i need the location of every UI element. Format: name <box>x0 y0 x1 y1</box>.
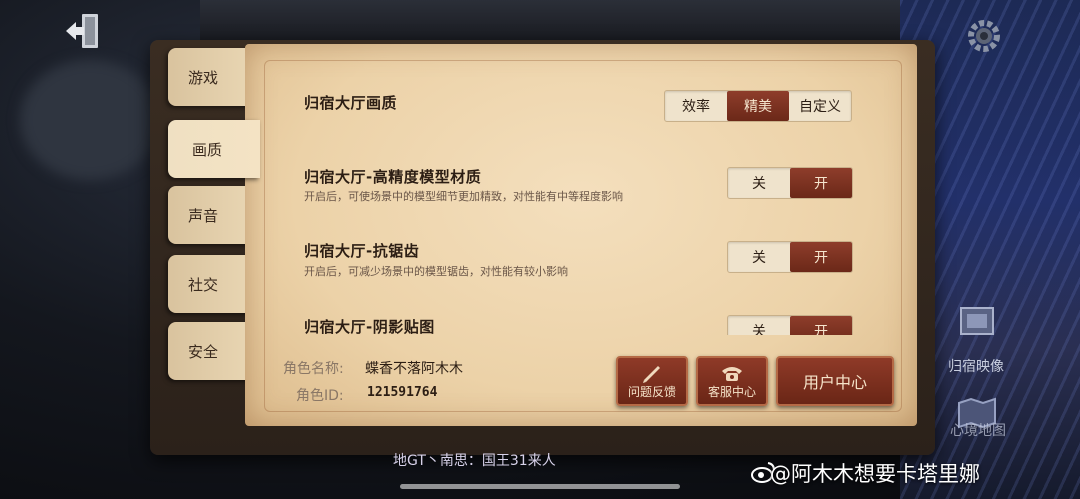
toggle-off[interactable]: 关 <box>728 168 790 198</box>
tab-label: 游戏 <box>187 68 218 87</box>
setting-title: 归宿大厅-高精度模型材质 <box>304 168 482 186</box>
settings-list[interactable]: 归宿大厅画质 效率 精美 自定义 归宿大厅-高精度模型材质 开启后，可使场景中的… <box>268 70 888 335</box>
toggle-off[interactable]: 关 <box>728 316 790 335</box>
setting-title: 归宿大厅-阴影贴图 <box>304 318 435 335</box>
realm-map-label[interactable]: 心境地图 <box>950 420 1006 440</box>
quality-option-fine[interactable]: 精美 <box>727 91 789 121</box>
antialias-toggle[interactable]: 关 开 <box>727 241 853 273</box>
tab-game[interactable]: 游戏 <box>168 48 252 106</box>
quality-option-custom[interactable]: 自定义 <box>789 91 851 121</box>
home-video-icon[interactable] <box>955 300 999 344</box>
exit-icon[interactable] <box>62 10 104 52</box>
toggle-on[interactable]: 开 <box>790 316 852 335</box>
user-center-button[interactable]: 用户中心 <box>776 356 894 406</box>
feedback-label: 问题反馈 <box>627 384 676 399</box>
setting-title: 归宿大厅画质 <box>304 94 398 112</box>
chat-message: 地GT丶南思：国王31来人 <box>393 453 556 469</box>
setting-row-shadow: 归宿大厅-阴影贴图 关 开 <box>268 284 888 335</box>
character-id-label: 角色ID: <box>296 388 344 404</box>
tab-label: 声音 <box>187 206 218 225</box>
setting-title: 归宿大厅-抗锯齿 <box>304 242 420 260</box>
toggle-on[interactable]: 开 <box>790 242 852 272</box>
setting-desc: 开启后，可使场景中的模型细节更加精致，对性能有中等程度影响 <box>304 190 623 203</box>
model-material-toggle[interactable]: 关 开 <box>727 167 853 199</box>
customer-service-label: 客服中心 <box>707 384 756 399</box>
background-shadow <box>20 60 160 180</box>
quality-option-efficiency[interactable]: 效率 <box>665 91 727 121</box>
user-center-label: 用户中心 <box>802 373 867 392</box>
character-name-label: 角色名称: <box>283 361 344 377</box>
shadow-toggle[interactable]: 关 开 <box>727 315 853 335</box>
home-video-label[interactable]: 归宿映像 <box>948 356 1004 376</box>
character-name-value: 蝶香不落阿木木 <box>365 361 463 377</box>
toggle-off[interactable]: 关 <box>728 242 790 272</box>
tab-sound[interactable]: 声音 <box>168 186 252 244</box>
watermark: @阿木木想要卡塔里娜 <box>770 462 980 486</box>
tab-security[interactable]: 安全 <box>168 322 252 380</box>
quality-selector[interactable]: 效率 精美 自定义 <box>664 90 852 122</box>
customer-service-button[interactable]: 客服中心 <box>696 356 768 406</box>
toggle-on[interactable]: 开 <box>790 168 852 198</box>
tab-label: 安全 <box>187 342 218 361</box>
telephone-icon <box>722 366 742 381</box>
setting-row-model-material: 归宿大厅-高精度模型材质 开启后，可使场景中的模型细节更加精致，对性能有中等程度… <box>268 140 888 210</box>
tab-label: 画质 <box>191 140 222 159</box>
tab-label: 社交 <box>187 275 218 294</box>
background-top <box>200 0 900 40</box>
tab-social[interactable]: 社交 <box>168 255 252 313</box>
setting-desc: 开启后，可减少场景中的模型锯齿，对性能有较小影响 <box>304 265 568 278</box>
setting-row-quality: 归宿大厅画质 效率 精美 自定义 <box>268 70 888 140</box>
feedback-button[interactable]: 问题反馈 <box>616 356 688 406</box>
character-id-value: 121591764 <box>367 385 438 400</box>
tab-graphics[interactable]: 画质 <box>168 120 260 178</box>
setting-row-antialias: 归宿大厅-抗锯齿 开启后，可减少场景中的模型锯齿，对性能有较小影响 关 开 <box>268 212 888 282</box>
gear-icon[interactable] <box>964 16 1004 56</box>
home-indicator[interactable] <box>400 484 680 489</box>
pen-icon <box>643 365 660 383</box>
